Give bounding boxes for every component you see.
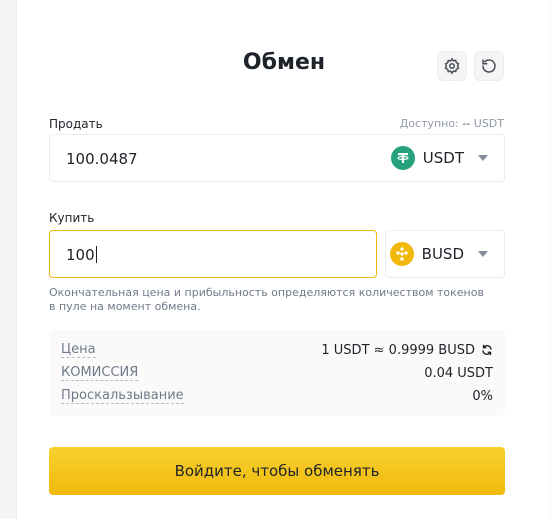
refresh-icon[interactable] (481, 344, 493, 356)
history-button[interactable] (474, 51, 504, 81)
buy-amount-input[interactable]: 100 (49, 230, 377, 278)
buy-token-inner[interactable]: BUSD (389, 242, 488, 266)
busd-icon (389, 242, 414, 266)
settings-button[interactable] (437, 51, 467, 81)
slippage-value: 0% (472, 388, 493, 404)
history-icon (482, 59, 496, 73)
sell-token-name: USDT (422, 149, 464, 167)
usdt-icon (390, 146, 415, 170)
price-value: 1 USDT ≈ 0.9999 BUSD (321, 342, 475, 358)
sell-label: Продать (49, 117, 103, 131)
price-label[interactable]: Цена (61, 342, 96, 358)
chevron-down-icon (478, 155, 488, 161)
gear-icon (444, 57, 460, 75)
buy-token-selector[interactable]: BUSD (385, 230, 505, 278)
swap-info-panel: Цена 1 USDT ≈ 0.9999 BUSD КОМИССИЯ 0.04 … (49, 330, 505, 416)
slippage-label[interactable]: Проскальзывание (61, 388, 184, 404)
sell-token-selector[interactable]: USDT (390, 146, 488, 170)
buy-amount-value[interactable]: 100 (66, 246, 95, 264)
available-label: Доступно: (399, 117, 459, 130)
login-to-swap-button[interactable]: Войдите, чтобы обменять (49, 447, 505, 495)
available-value: -- (462, 117, 471, 130)
price-row: Цена 1 USDT ≈ 0.9999 BUSD (61, 342, 493, 358)
sell-amount-value[interactable]: 100.0487 (66, 150, 138, 168)
buy-token-name: BUSD (421, 245, 464, 263)
fee-value: 0.04 USDT (424, 365, 493, 381)
price-value-wrap: 1 USDT ≈ 0.9999 BUSD (321, 343, 493, 358)
slippage-row: Проскальзывание 0% (61, 388, 493, 404)
fee-label[interactable]: КОМИССИЯ (61, 365, 139, 381)
page-title: Обмен (242, 50, 326, 75)
sell-amount-field[interactable]: 100.0487 USDT (49, 134, 505, 182)
buy-amount-value-wrap[interactable]: 100 (66, 246, 97, 264)
text-cursor (95, 246, 97, 263)
price-note: Окончательная цена и прибыльность опреде… (49, 286, 484, 313)
chevron-down-icon (478, 251, 488, 257)
available-unit: USDT (473, 117, 504, 130)
available-balance: Доступно: -- USDT (400, 117, 504, 130)
swap-card: Обмен Продать Доступно: -- USDT 100.0487 (16, 0, 550, 519)
fee-row: КОМИССИЯ 0.04 USDT (61, 365, 493, 381)
buy-label: Купить (49, 211, 95, 225)
